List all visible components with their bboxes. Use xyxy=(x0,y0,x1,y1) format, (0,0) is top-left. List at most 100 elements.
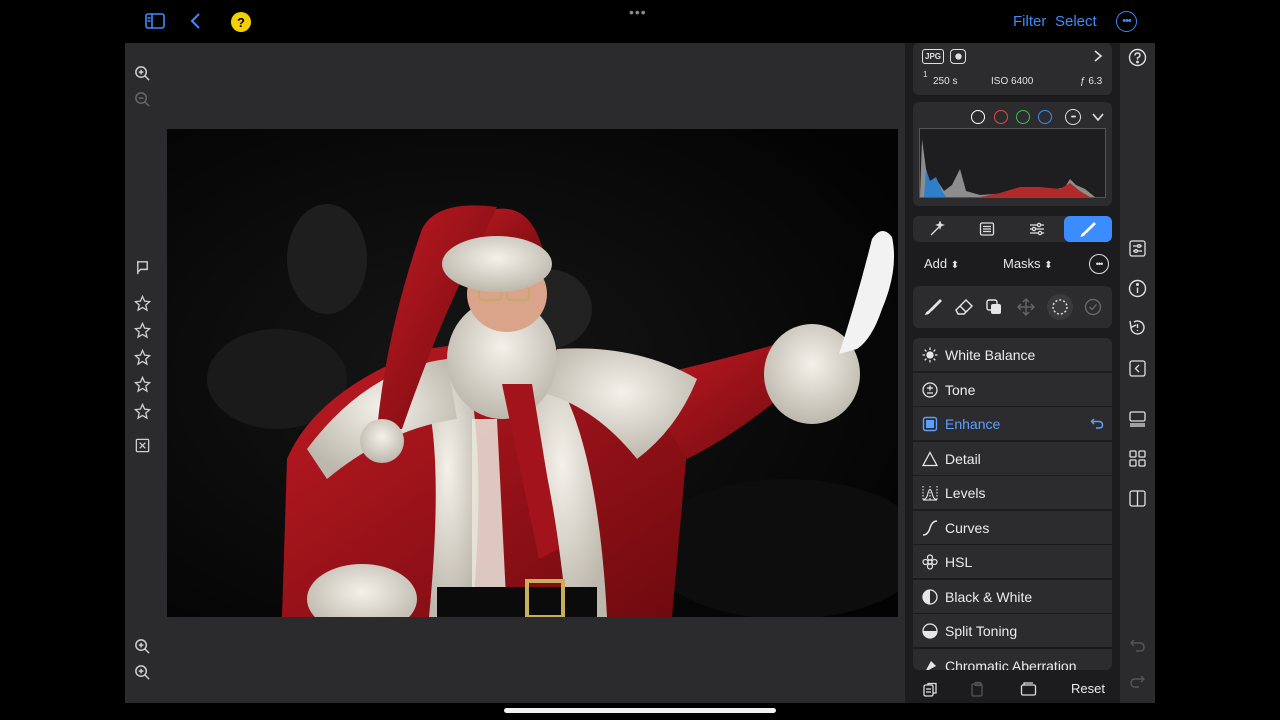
mask-options-icon[interactable]: ••• xyxy=(1089,254,1109,274)
redo-icon[interactable] xyxy=(1127,671,1148,692)
shutter-numerator: 1 xyxy=(923,70,928,79)
zoom-fit-icon[interactable] xyxy=(131,635,153,657)
zoom-in-icon[interactable] xyxy=(131,62,153,84)
ellipsis-circle-icon[interactable]: ••• xyxy=(1116,11,1137,32)
luminance-channel-toggle[interactable] xyxy=(971,110,985,124)
adj-chromatic-aberration[interactable]: Chromatic Aberration xyxy=(913,649,1112,670)
masks-dropdown[interactable]: Masks ⬍ xyxy=(1003,256,1053,271)
paste-settings-icon[interactable] xyxy=(968,680,986,698)
adj-label: HSL xyxy=(945,553,973,570)
add-mask-dropdown[interactable]: Add ⬍ xyxy=(924,256,959,271)
chevron-down-icon[interactable] xyxy=(1091,110,1105,124)
adj-hsl[interactable]: HSL xyxy=(913,545,1112,578)
adj-label: Chromatic Aberration xyxy=(945,657,1077,671)
brush-icon[interactable] xyxy=(1064,216,1112,242)
masks-label: Masks xyxy=(1003,256,1041,271)
grid-icon[interactable] xyxy=(1127,448,1148,469)
adj-label: Curves xyxy=(945,519,990,536)
paint-brush-icon[interactable] xyxy=(921,296,945,318)
multitask-dots-icon[interactable]: ••• xyxy=(629,4,647,20)
chevron-left-icon[interactable] xyxy=(185,10,207,32)
histogram-graph xyxy=(919,128,1106,198)
info-icon[interactable] xyxy=(1127,278,1148,299)
adjust-panel-icon[interactable] xyxy=(1127,238,1148,259)
eraser-icon[interactable] xyxy=(952,296,976,318)
split-circle-icon xyxy=(921,622,938,639)
square-icon xyxy=(921,415,938,432)
sliders-icon[interactable] xyxy=(1013,216,1061,242)
half-circle-icon xyxy=(921,588,938,605)
adj-label: Black & White xyxy=(945,588,1033,605)
duplicate-icon[interactable] xyxy=(982,296,1006,318)
circle-select-icon[interactable] xyxy=(1047,294,1073,320)
reject-icon[interactable] xyxy=(131,434,153,456)
exif-info-card[interactable]: JPG 1 250 s ISO 6400 ƒ 6.3 xyxy=(913,43,1112,95)
photo-santa-waving[interactable] xyxy=(167,129,898,617)
adj-enhance[interactable]: Enhance xyxy=(913,407,1112,440)
format-badge: JPG xyxy=(922,49,944,64)
adjustments-list: White Balance Tone Enhance Detail Levels… xyxy=(913,338,1112,670)
adj-curves[interactable]: Curves xyxy=(913,511,1112,544)
adj-label: White Balance xyxy=(945,346,1036,363)
adj-label: Tone xyxy=(945,381,976,398)
updown-chevron-icon: ⬍ xyxy=(1044,260,1053,271)
compare-icon[interactable] xyxy=(1019,680,1037,698)
blue-channel-toggle[interactable] xyxy=(1038,110,1052,124)
help-icon[interactable] xyxy=(1127,47,1148,68)
adj-detail[interactable]: Detail xyxy=(913,442,1112,475)
triangle-icon xyxy=(921,450,938,467)
levels-icon xyxy=(921,484,938,501)
adj-levels[interactable]: Levels xyxy=(913,476,1112,509)
red-channel-toggle[interactable] xyxy=(994,110,1008,124)
zoom-out-icon[interactable] xyxy=(131,88,153,110)
plus-minus-icon xyxy=(921,381,938,398)
zoom-100-icon[interactable] xyxy=(131,661,153,683)
sidebar-icon[interactable] xyxy=(144,10,166,32)
select-button[interactable]: Select xyxy=(1055,13,1097,30)
filter-button[interactable]: Filter xyxy=(1013,13,1046,30)
shutter-denominator: 250 s xyxy=(933,76,958,87)
star-icon-5[interactable] xyxy=(131,400,153,422)
star-icon-4[interactable] xyxy=(131,373,153,395)
iso-value: ISO 6400 xyxy=(991,76,1034,87)
confirm-check-icon[interactable] xyxy=(1081,296,1105,318)
histogram-options-icon[interactable]: ••• xyxy=(1065,109,1081,125)
star-icon-2[interactable] xyxy=(131,319,153,341)
star-icon-3[interactable] xyxy=(131,346,153,368)
reset-button[interactable]: Reset xyxy=(1071,681,1105,696)
chevron-right-icon[interactable] xyxy=(1092,49,1104,63)
adj-label: Split Toning xyxy=(945,622,1018,639)
adj-white-balance[interactable]: White Balance xyxy=(913,338,1112,371)
add-label: Add xyxy=(924,256,948,271)
brush-tools-row xyxy=(913,286,1112,328)
adj-tone[interactable]: Tone xyxy=(913,373,1112,406)
adj-label: Levels xyxy=(945,484,986,501)
filmstrip-icon[interactable] xyxy=(1127,408,1148,429)
adj-label: Detail xyxy=(945,450,981,467)
sun-icon xyxy=(921,346,938,363)
undo-icon[interactable] xyxy=(1127,635,1148,656)
adj-split-toning[interactable]: Split Toning xyxy=(913,614,1112,647)
raw-badge-icon xyxy=(950,49,966,64)
history-icon[interactable] xyxy=(1127,317,1148,338)
star-icon-1[interactable] xyxy=(131,292,153,314)
prism-icon xyxy=(921,657,938,670)
top-bar: ? ••• Filter Select ••• xyxy=(0,0,1280,42)
adj-black-white[interactable]: Black & White xyxy=(913,580,1112,613)
aperture-value: ƒ 6.3 xyxy=(1080,76,1103,87)
updown-chevron-icon: ⬍ xyxy=(950,260,960,271)
help-button[interactable]: ? xyxy=(231,12,251,32)
collapse-panel-icon[interactable] xyxy=(1127,358,1148,379)
green-channel-toggle[interactable] xyxy=(1016,110,1030,124)
adj-label: Enhance xyxy=(945,415,1001,432)
list-icon[interactable] xyxy=(963,216,1011,242)
histogram-card: ••• xyxy=(913,102,1112,206)
move-icon[interactable] xyxy=(1014,296,1038,318)
home-indicator[interactable] xyxy=(504,708,776,713)
curve-icon xyxy=(921,519,938,536)
flag-icon[interactable] xyxy=(131,256,153,278)
split-view-icon[interactable] xyxy=(1127,488,1148,509)
magic-wand-icon[interactable] xyxy=(913,216,961,242)
copy-settings-icon[interactable] xyxy=(921,680,939,698)
reset-arrow-icon[interactable] xyxy=(1090,416,1104,430)
